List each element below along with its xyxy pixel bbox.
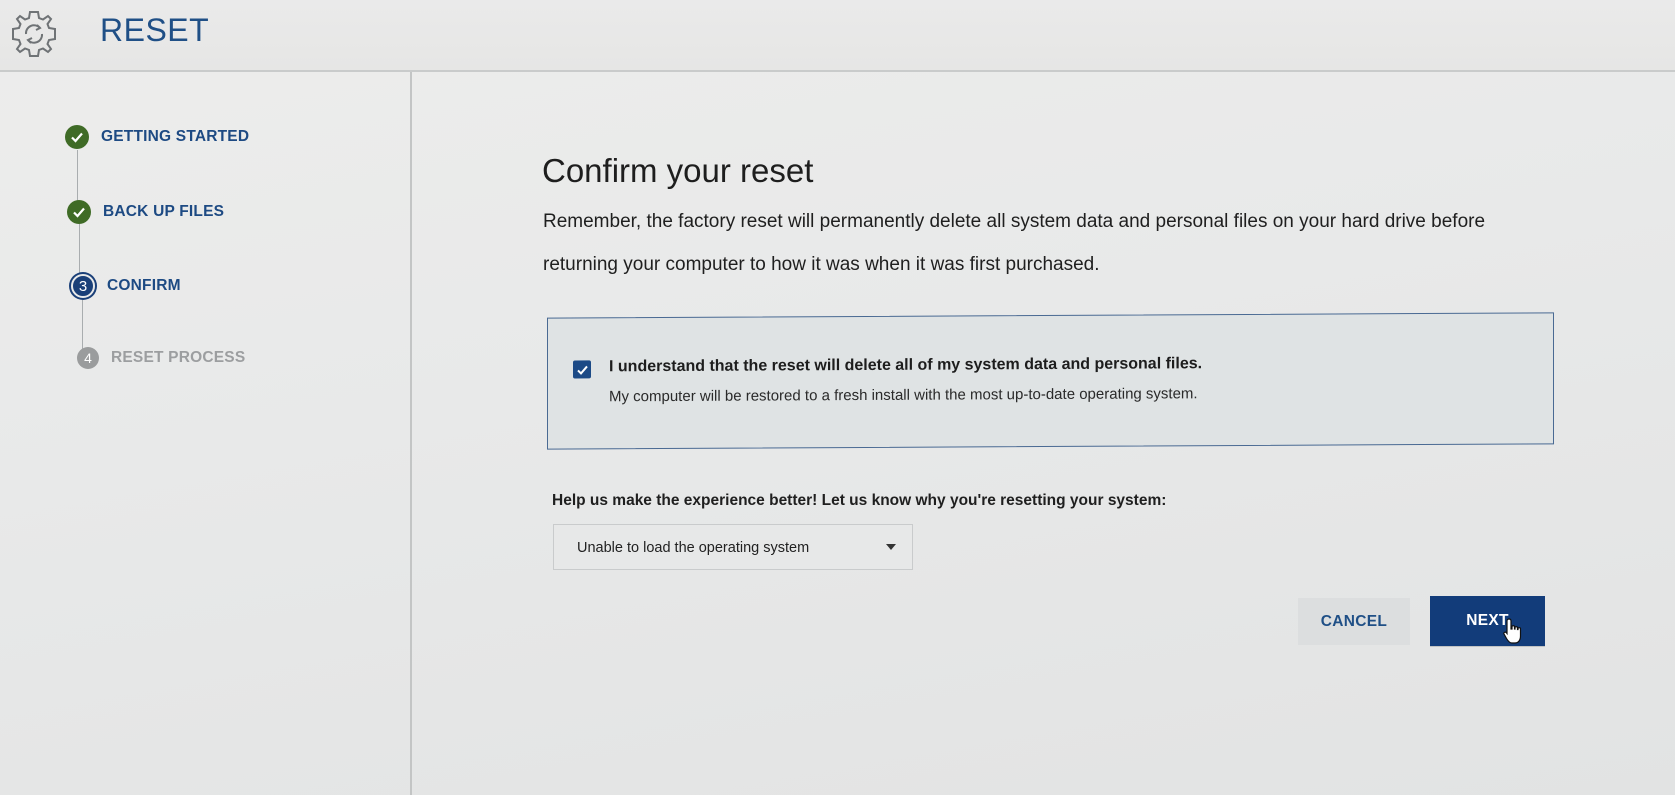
app-title: RESET (100, 12, 210, 48)
page-description: Remember, the factory reset will permane… (543, 211, 1486, 275)
stepper-sidebar: GETTING STARTED BACK UP FILES 3 CONFIRM … (0, 72, 412, 795)
step-reset-process: 4 RESET PROCESS (77, 347, 245, 369)
step-label: GETTING STARTED (101, 128, 250, 145)
step-back-up-files[interactable]: BACK UP FILES (67, 200, 224, 224)
step-label: CONFIRM (107, 277, 181, 294)
next-button[interactable]: NEXT (1430, 596, 1545, 646)
caret-down-icon (886, 544, 896, 550)
feedback-label: Help us make the experience better! Let … (552, 492, 1167, 509)
acknowledge-checkbox[interactable] (573, 360, 591, 379)
reset-reason-dropdown[interactable]: Unable to load the operating system (553, 524, 913, 570)
acknowledge-label[interactable]: I understand that the reset will delete … (609, 355, 1202, 376)
step-number: 3 (71, 274, 95, 298)
main-content: Confirm your reset Remember, the factory… (412, 72, 1675, 795)
acknowledge-subtext: My computer will be restored to a fresh … (609, 385, 1198, 406)
step-label: BACK UP FILES (103, 203, 225, 220)
header-bar: RESET (0, 0, 1675, 72)
reset-screen: RESET GETTING STARTED BACK UP FILES 3 CO… (0, 0, 1675, 795)
page-title: Confirm your reset (542, 152, 814, 189)
dropdown-value: Unable to load the operating system (577, 540, 810, 556)
step-confirm[interactable]: 3 CONFIRM (71, 274, 181, 298)
step-getting-started[interactable]: GETTING STARTED (65, 125, 249, 149)
gear-icon (12, 11, 56, 57)
checkmark-icon (576, 365, 588, 375)
acknowledgement-box: I understand that the reset will delete … (547, 312, 1554, 450)
check-icon (67, 200, 91, 224)
cancel-button[interactable]: CANCEL (1298, 598, 1410, 645)
check-icon (65, 125, 89, 149)
step-label: RESET PROCESS (111, 349, 246, 366)
step-number: 4 (77, 347, 99, 369)
hand-cursor-icon (1503, 618, 1522, 644)
